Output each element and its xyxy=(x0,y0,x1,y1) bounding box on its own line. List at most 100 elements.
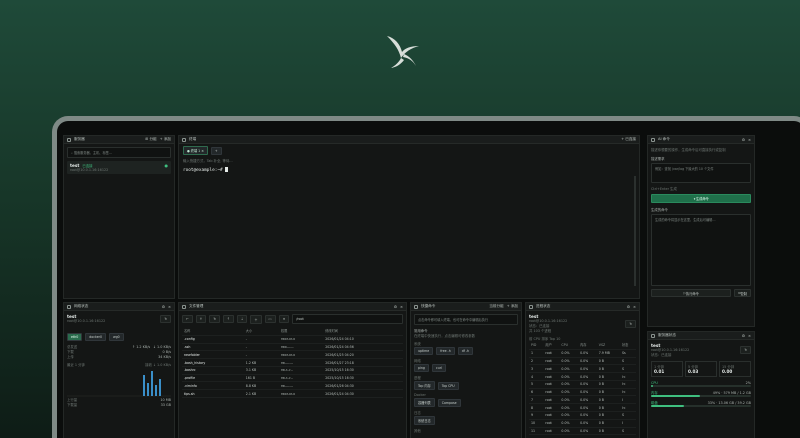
process-row[interactable]: 11 root 0.0% 0.0% 0 B S xyxy=(529,427,636,435)
group-button[interactable]: ⊞ 分组 xyxy=(145,137,156,142)
process-row[interactable]: 5 root 0.0% 0.0% 0 B I< xyxy=(529,380,636,389)
close-icon[interactable]: × xyxy=(633,305,636,309)
cpu-bar-fill xyxy=(651,385,653,387)
command-chip[interactable]: free -h xyxy=(436,347,455,355)
file-row[interactable]: tips.sh 2.1 KB rwxr-xr-x 2026/01/24 04:30 xyxy=(182,390,403,398)
generate-command-button[interactable]: ✦ 生成命令 xyxy=(651,194,751,203)
new-folder-icon[interactable]: ▭ xyxy=(264,315,276,323)
command-chip[interactable]: ping xyxy=(414,364,429,372)
server-search-input[interactable]: ⌕ 搜索服务器、主机、标签… xyxy=(67,147,171,158)
command-chip[interactable]: Compose xyxy=(437,398,461,407)
download-icon[interactable]: ⇣ xyxy=(236,315,248,323)
command-chip[interactable]: df -h xyxy=(457,347,474,355)
column-header[interactable]: CPU xyxy=(559,341,578,349)
file-row[interactable]: newfolder - rwxr-xr-x 2026/01/25 04:20 xyxy=(182,351,403,359)
column-header[interactable]: PID xyxy=(529,341,543,349)
process-row[interactable]: 10 root 0.0% 0.0% 0 B I xyxy=(529,419,636,428)
column-header[interactable]: 大小 xyxy=(244,327,279,335)
process-cell: I< xyxy=(621,405,626,410)
ai-prompt-input[interactable]: 例如：查找 /var/log 下最大的 10 个文件 xyxy=(651,163,751,183)
iface-tab[interactable]: docker0 xyxy=(85,333,107,341)
column-header[interactable]: 用户 xyxy=(543,341,559,349)
quick-commands-panel: 快捷命令 当前分组 + 添加 点击命令即可填入终端，也可在命令中编辑后执行 常用… xyxy=(410,302,522,438)
refresh-icon[interactable]: ↻ xyxy=(160,314,171,323)
close-icon[interactable]: × xyxy=(748,334,751,338)
execute-command-button[interactable]: ▷ 执行命令 xyxy=(651,289,732,297)
scope-select[interactable]: 当前分组 xyxy=(489,304,503,309)
process-row[interactable]: 6 root 0.0% 0.0% 0 B I< xyxy=(529,388,636,396)
column-header[interactable]: 状态 xyxy=(620,341,636,349)
terminal-tab[interactable]: ● 终端 1 × xyxy=(183,146,208,155)
process-cell: 0.0% xyxy=(580,413,589,418)
process-row[interactable]: 3 root 0.0% 0.0% 0 B S xyxy=(529,365,636,373)
iface-tab[interactable]: eth0 xyxy=(67,333,83,341)
server-item[interactable]: test 已连接 ● root@10.0.1.16:16122 xyxy=(67,161,171,174)
add-server-button[interactable]: + 添加 xyxy=(160,137,171,142)
settings-icon[interactable]: ⚙ xyxy=(627,305,630,309)
file-row[interactable]: .profile 161 B rw-r--r-- 2025/10/15 16:30 xyxy=(182,374,403,382)
ai-icon xyxy=(651,137,655,142)
load-card: 5 分钟 0.03 xyxy=(685,361,717,377)
path-input[interactable]: /root xyxy=(292,314,403,324)
iface-tab[interactable]: wg0 xyxy=(109,333,124,341)
process-cell: 8 xyxy=(531,405,534,410)
refresh-icon[interactable]: ↻ xyxy=(740,346,751,354)
new-file-icon[interactable]: ＋ xyxy=(250,314,262,324)
command-chip[interactable]: Top CPU xyxy=(437,381,459,390)
file-name: .profile xyxy=(184,376,196,381)
command-chip[interactable]: curl xyxy=(431,364,446,372)
up-icon[interactable]: ↑ xyxy=(195,315,207,323)
add-tab-button[interactable]: + xyxy=(210,146,222,155)
process-row[interactable]: 1 root 0.0% 0.0% 7.9 MB Ss xyxy=(529,349,636,358)
column-header[interactable]: 修改时间 xyxy=(323,327,403,335)
column-header[interactable]: 权限 xyxy=(279,327,323,335)
add-command-button[interactable]: + 添加 xyxy=(507,304,518,309)
terminal-output[interactable]: root@example:~# xyxy=(183,167,635,173)
process-row[interactable]: 8 root 0.0% 0.0% 0 B I< xyxy=(529,404,636,412)
refresh-icon[interactable]: ↻ xyxy=(625,319,636,328)
terminal-scrollbar[interactable] xyxy=(634,176,636,286)
settings-icon[interactable]: ⚙ xyxy=(394,305,397,309)
file-cell: 3.1 KB xyxy=(245,368,257,373)
close-icon[interactable]: × xyxy=(748,138,751,142)
column-header[interactable]: 名称 xyxy=(182,327,244,335)
file-row[interactable]: .bash_history 1.2 KB rw------- 2026/01/27 2… xyxy=(182,359,403,367)
process-cell: S xyxy=(621,366,624,371)
settings-icon[interactable]: ⚙ xyxy=(742,334,745,338)
command-chip[interactable]: 系统日志 xyxy=(414,416,435,425)
settings-icon[interactable]: ⚙ xyxy=(742,138,745,142)
process-row[interactable]: 2 root 0.0% 0.0% 0 B S xyxy=(529,357,636,365)
file-name: .ssh xyxy=(184,344,191,349)
back-icon[interactable]: ← xyxy=(182,315,193,323)
command-chip[interactable]: 容器列表 xyxy=(414,398,435,407)
process-cell: 2 xyxy=(531,358,534,363)
command-chip[interactable]: uptime xyxy=(414,347,434,355)
file-row[interactable]: .viminfo 8.8 KB rw------- 2026/01/26 04:30 xyxy=(182,382,403,390)
delete-icon[interactable]: ✕ xyxy=(278,315,290,323)
settings-icon[interactable]: ⚙ xyxy=(162,305,165,309)
upload-icon[interactable]: ⇡ xyxy=(223,315,234,323)
folder-icon xyxy=(182,304,186,309)
traffic-chart xyxy=(67,371,171,397)
process-row[interactable]: 7 root 0.0% 0.0% 0 B I xyxy=(529,396,636,404)
process-cell: 0.0% xyxy=(580,421,589,426)
file-cell: rw------- xyxy=(280,360,293,365)
file-row[interactable]: .bashrc 3.1 KB rw-r--r-- 2025/10/15 16:30 xyxy=(182,366,403,375)
column-header[interactable]: VSZ xyxy=(597,341,620,349)
process-icon xyxy=(529,304,533,309)
close-icon[interactable]: × xyxy=(168,305,171,309)
process-row[interactable]: 4 root 0.0% 0.0% 0 B I< xyxy=(529,373,636,381)
new-terminal-button[interactable]: + 已连接 xyxy=(621,137,636,142)
column-header[interactable]: 内存 xyxy=(578,341,597,349)
quick-hint: 点击命令即可填入终端，也可在命令中编辑后执行 xyxy=(414,314,518,325)
ai-output-field[interactable]: 生成的命令将显示在这里，生成后可编辑… xyxy=(651,214,751,286)
file-row[interactable]: .ssh - rwx------ 2026/01/24 04:56 xyxy=(182,343,403,351)
process-row[interactable]: 9 root 0.0% 0.0% 0 B S xyxy=(529,412,636,420)
refresh-icon[interactable]: ↻ xyxy=(209,315,221,323)
file-row[interactable]: .config - rwxr-xr-x 2026/01/24 04:10 xyxy=(182,335,403,344)
process-cell: 0.0% xyxy=(580,382,589,387)
process-cell: 0.0% xyxy=(580,428,589,433)
close-icon[interactable]: × xyxy=(400,305,403,309)
copy-command-button[interactable]: ⧉ 复制 xyxy=(734,289,751,297)
command-chip[interactable]: Top 内存 xyxy=(414,381,435,390)
